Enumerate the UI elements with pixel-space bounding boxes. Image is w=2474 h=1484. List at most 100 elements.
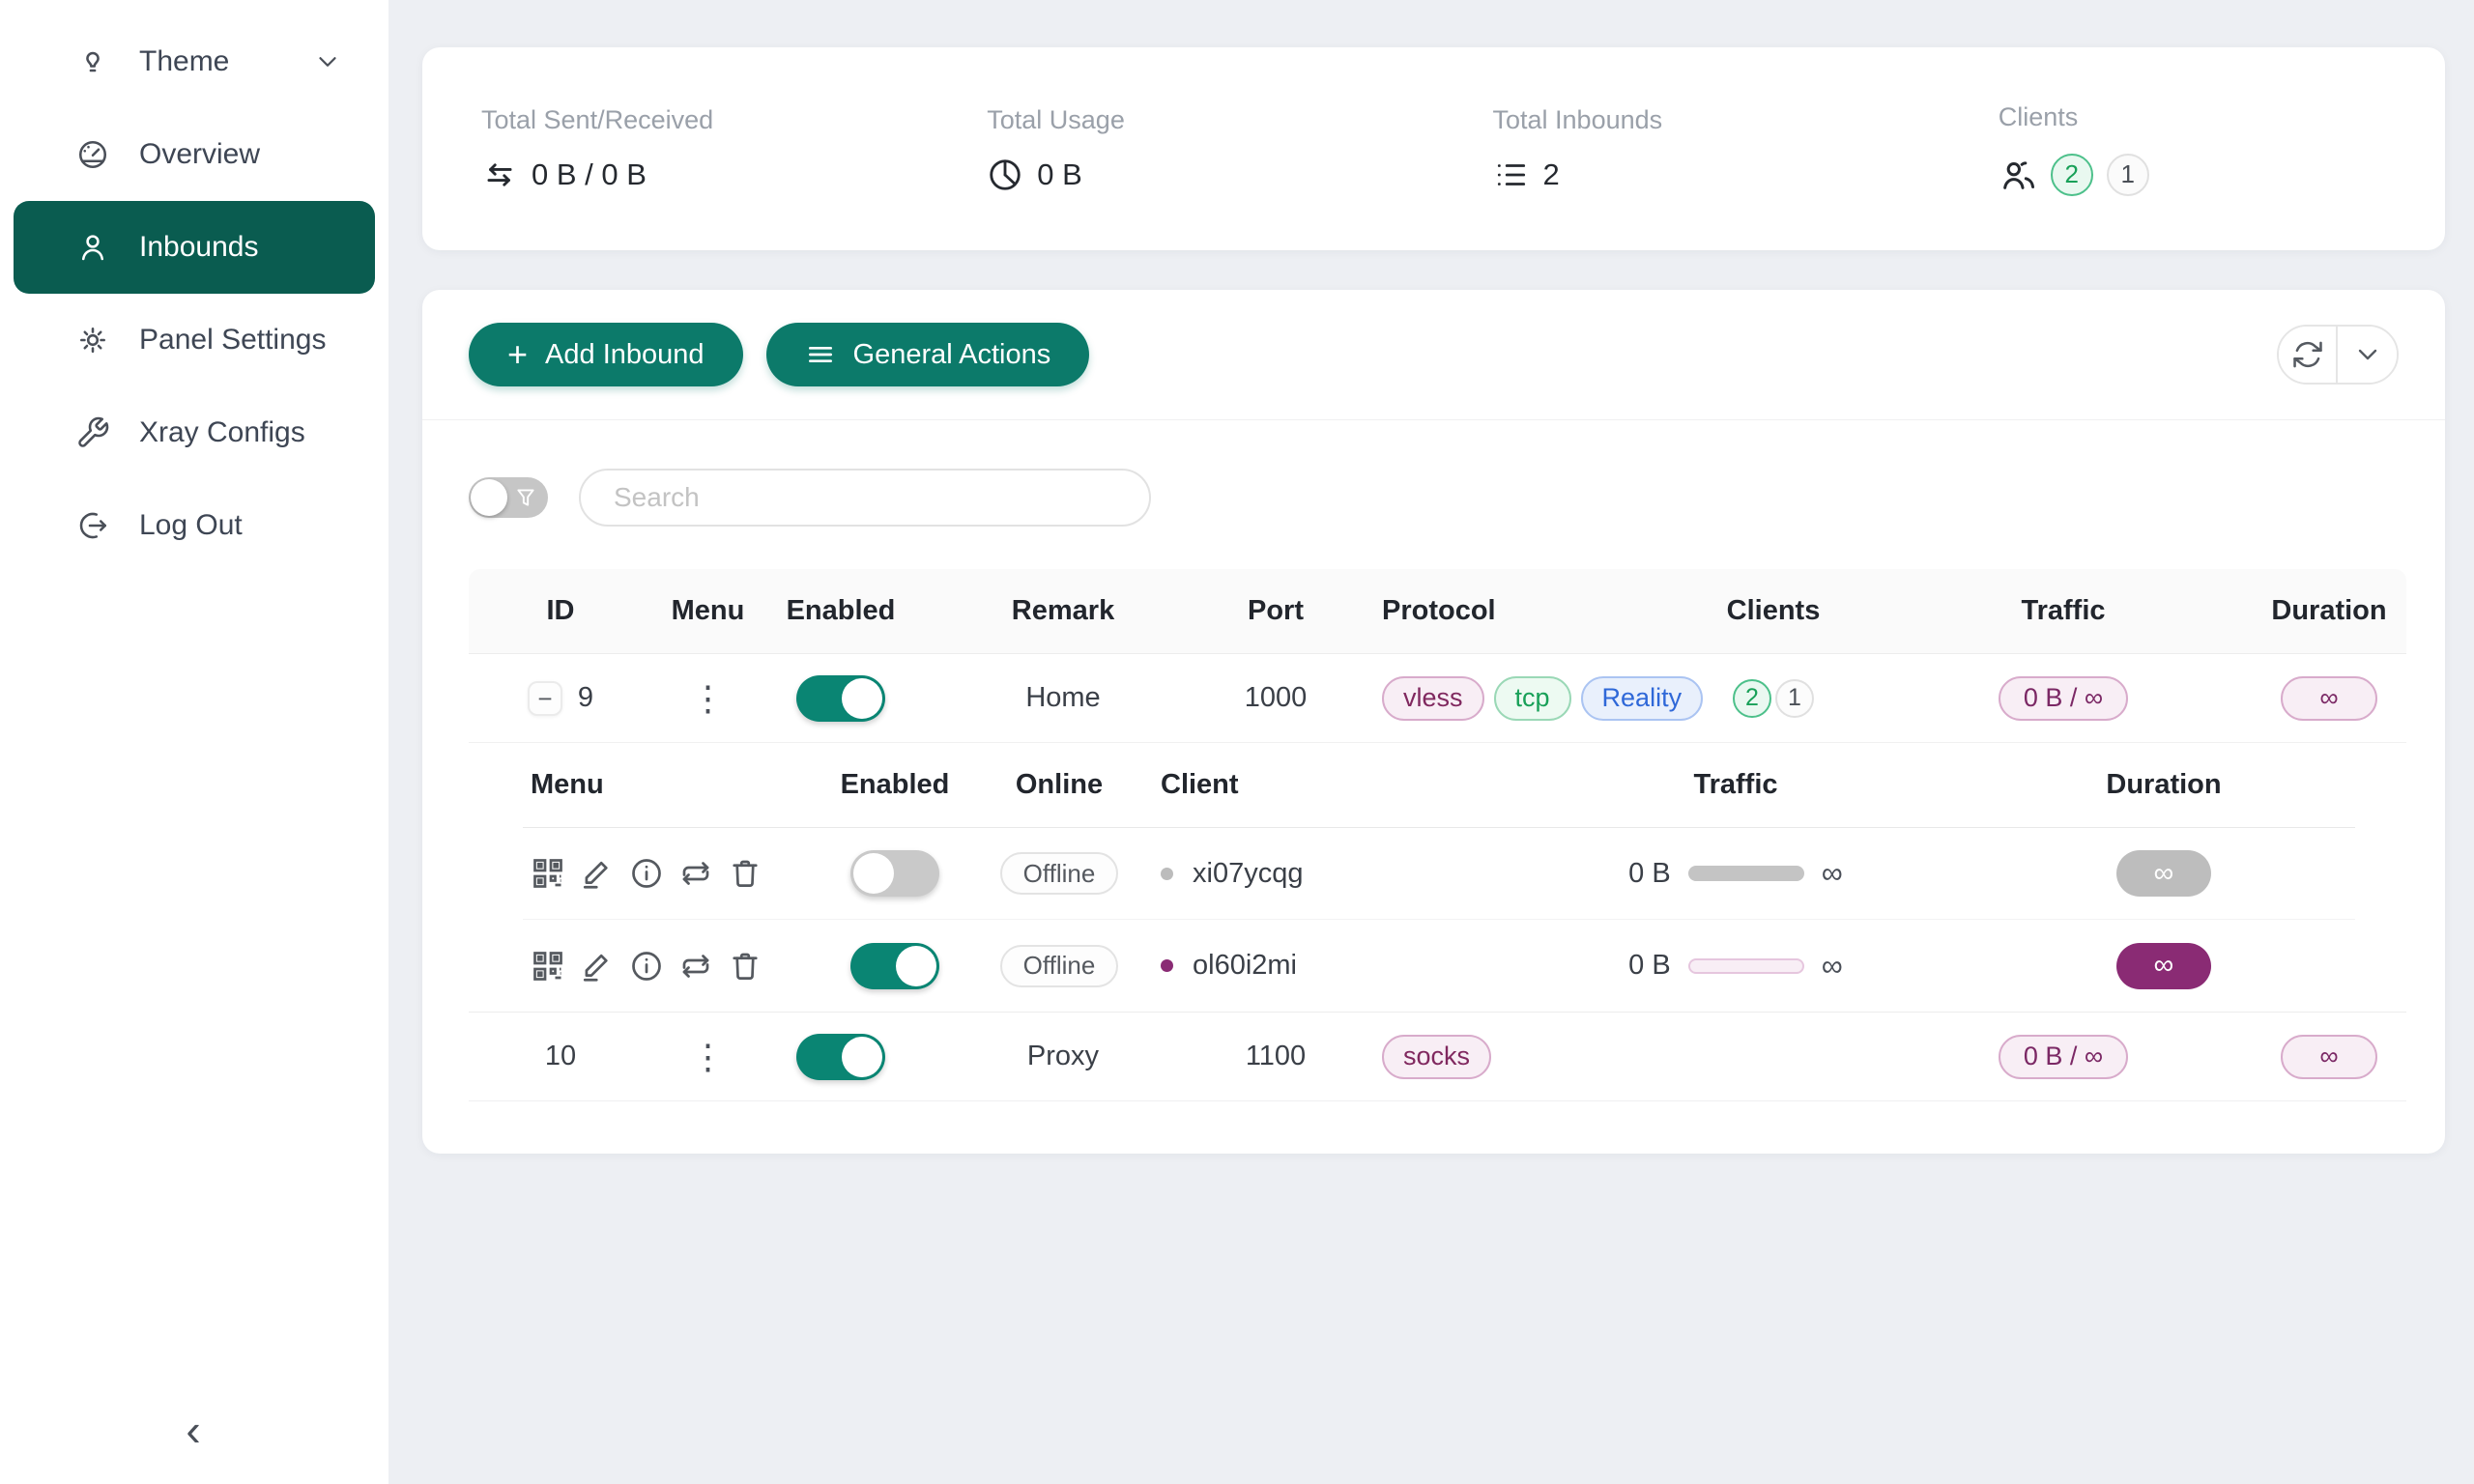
subheader-menu: Menu	[523, 769, 813, 801]
clients-enabled-count: 2	[1733, 679, 1771, 718]
client-enabled-toggle[interactable]	[850, 850, 939, 897]
header-enabled: Enabled	[763, 595, 918, 627]
protocol-tag: socks	[1382, 1035, 1491, 1079]
inbound-row: − 9 ⋮ Home 1000 vless tcp Reality 2 1 0 …	[469, 654, 2406, 743]
stat-value: 0 B	[1037, 157, 1082, 192]
header-clients: Clients	[1672, 595, 1875, 627]
table-options-chevron-button[interactable]	[2338, 327, 2397, 383]
subheader-online: Online	[977, 769, 1141, 801]
subheader-traffic: Traffic	[1499, 769, 1972, 801]
duration-pill: ∞	[2281, 1035, 2377, 1079]
stat-label: Total Inbounds	[1493, 105, 1940, 135]
protocol-tag: vless	[1382, 676, 1484, 721]
subtable-header-row: Menu Enabled Online Client Traffic Durat…	[523, 743, 2355, 828]
clients-disabled-badge: 1	[2107, 154, 2149, 196]
header-traffic: Traffic	[1875, 595, 2252, 627]
sidebar: Theme Overview Inbounds Panel Settings	[0, 0, 388, 1484]
table-actions-group	[2277, 325, 2399, 385]
sidebar-item-label: Log Out	[139, 509, 243, 542]
clients-enabled-badge: 2	[2051, 154, 2093, 196]
list-icon	[1493, 157, 1530, 193]
traffic-pill: 0 B / ∞	[1999, 676, 2128, 721]
inbound-enabled-toggle[interactable]	[796, 1034, 885, 1080]
inbound-port: 1100	[1208, 1041, 1343, 1072]
reset-traffic-icon[interactable]	[678, 949, 713, 984]
expanded-clients-section: Menu Enabled Online Client Traffic Durat…	[469, 743, 2406, 1013]
row-menu-button[interactable]: ⋮	[691, 1037, 726, 1077]
lightbulb-icon	[72, 44, 114, 79]
clients-disabled-count: 1	[1775, 679, 1814, 718]
reset-traffic-icon[interactable]	[678, 856, 713, 891]
row-menu-button[interactable]: ⋮	[691, 678, 726, 719]
delete-icon[interactable]	[728, 856, 762, 891]
info-icon[interactable]	[629, 856, 664, 891]
sidebar-item-panel-settings[interactable]: Panel Settings	[14, 294, 375, 386]
traffic-progress-bar	[1688, 958, 1804, 974]
toggle-knob	[471, 479, 507, 516]
header-menu: Menu	[652, 595, 763, 627]
stat-label: Total Usage	[987, 105, 1433, 135]
client-traffic-used: 0 B	[1628, 950, 1671, 982]
plus-icon: +	[507, 334, 528, 375]
traffic-pill: 0 B / ∞	[1999, 1035, 2128, 1079]
stat-total-usage: Total Usage 0 B	[928, 105, 1433, 193]
user-icon	[72, 230, 114, 265]
edit-icon[interactable]	[580, 949, 615, 984]
search-row	[422, 420, 2445, 527]
subheader-duration: Duration	[1972, 769, 2355, 801]
client-enabled-toggle[interactable]	[850, 943, 939, 989]
wrench-icon	[72, 415, 114, 450]
protocol-tag: tcp	[1494, 676, 1571, 721]
info-icon[interactable]	[629, 949, 664, 984]
search-input[interactable]	[579, 469, 1151, 527]
sidebar-item-inbounds[interactable]: Inbounds	[14, 201, 375, 294]
client-status-dot	[1161, 868, 1173, 880]
traffic-progress-bar	[1688, 866, 1804, 881]
sidebar-item-log-out[interactable]: Log Out	[14, 479, 375, 572]
inbound-enabled-toggle[interactable]	[796, 675, 885, 722]
inbound-port: 1000	[1208, 682, 1343, 714]
gear-icon	[72, 323, 114, 357]
sidebar-item-xray-configs[interactable]: Xray Configs	[14, 386, 375, 479]
users-icon	[1999, 156, 2037, 194]
filter-toggle[interactable]	[469, 477, 548, 518]
sidebar-collapse-button[interactable]: ‹	[164, 1401, 222, 1459]
edit-icon[interactable]	[580, 856, 615, 891]
sidebar-item-label: Xray Configs	[139, 416, 305, 449]
chevron-down-icon	[313, 47, 342, 76]
stat-value: 2	[1543, 157, 1560, 192]
inbound-remark: Proxy	[918, 1041, 1208, 1072]
stat-label: Clients	[1999, 102, 2445, 132]
traffic-limit: ∞	[1822, 856, 1843, 891]
header-duration: Duration	[2252, 595, 2406, 627]
inbound-id: 9	[578, 682, 593, 714]
delete-icon[interactable]	[728, 949, 762, 984]
header-protocol: Protocol	[1343, 595, 1672, 627]
table-header-row: ID Menu Enabled Remark Port Protocol Cli…	[469, 569, 2406, 654]
gauge-icon	[72, 137, 114, 172]
client-name: ol60i2mi	[1193, 950, 1297, 982]
sidebar-item-overview[interactable]: Overview	[14, 108, 375, 201]
header-remark: Remark	[918, 595, 1208, 627]
sidebar-item-label: Panel Settings	[139, 324, 326, 357]
refresh-button[interactable]	[2279, 327, 2338, 383]
qr-code-icon[interactable]	[531, 856, 565, 891]
stats-card: Total Sent/Received 0 B / 0 B Total Usag…	[422, 47, 2445, 250]
toolbar: + Add Inbound General Actions	[422, 290, 2445, 420]
inbound-id: 10	[469, 1041, 652, 1072]
traffic-limit: ∞	[1822, 949, 1843, 984]
general-actions-button[interactable]: General Actions	[766, 323, 1090, 386]
qr-code-icon[interactable]	[531, 949, 565, 984]
add-inbound-button[interactable]: + Add Inbound	[469, 323, 743, 386]
pie-chart-icon	[987, 157, 1023, 193]
inbound-row: 10 ⋮ Proxy 1100 socks 0 B / ∞ ∞	[469, 1013, 2406, 1101]
header-port: Port	[1208, 595, 1343, 627]
client-row: Offline xi07ycqg 0 B ∞ ∞	[523, 828, 2355, 920]
online-status-pill: Offline	[1000, 945, 1119, 987]
stat-label: Total Sent/Received	[481, 105, 928, 135]
swap-arrows-icon	[481, 157, 518, 193]
sidebar-item-theme[interactable]: Theme	[14, 15, 375, 108]
client-duration-pill: ∞	[2116, 943, 2211, 989]
collapse-row-button[interactable]: −	[528, 681, 562, 716]
inbound-remark: Home	[918, 682, 1208, 714]
